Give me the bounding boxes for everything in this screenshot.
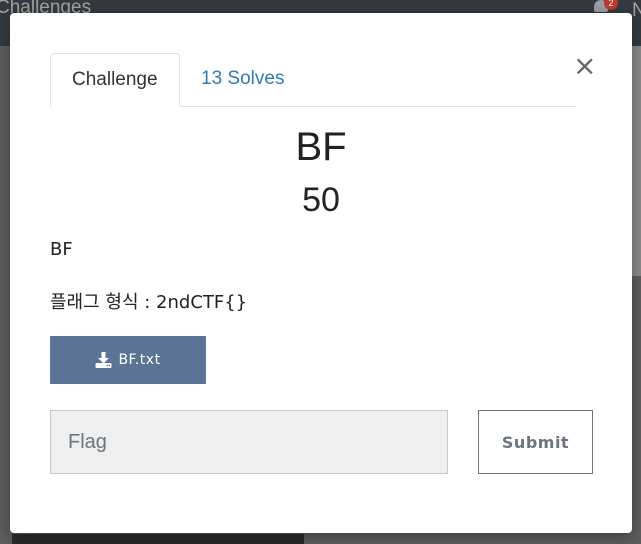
background-notification: 2 — [590, 0, 630, 14]
challenge-name: BF — [295, 125, 347, 169]
file-name-label: BF.txt — [118, 352, 161, 368]
challenge-description-line: BF — [50, 239, 73, 260]
challenge-description-line: 플래그 형식 : 2ndCTF{} — [50, 292, 248, 313]
tab-solves[interactable]: 13 Solves — [180, 53, 305, 105]
tab-challenge[interactable]: Challenge — [50, 53, 180, 107]
modal-tabs: Challenge 13 Solves — [50, 53, 576, 107]
close-button[interactable]: × — [573, 52, 596, 80]
background-scrollbar — [632, 46, 641, 276]
download-icon — [95, 352, 112, 368]
submit-button[interactable]: Submit — [478, 410, 593, 474]
challenge-modal: × Challenge 13 Solves BF 50 BF 플래그 형식 : … — [10, 13, 632, 533]
flag-input[interactable] — [50, 410, 448, 474]
notification-badge: 2 — [604, 0, 618, 10]
challenge-value: 50 — [302, 181, 340, 219]
background-edge-text: N — [632, 0, 641, 21]
background-panel — [12, 534, 304, 544]
file-download-button[interactable]: BF.txt — [50, 336, 206, 384]
